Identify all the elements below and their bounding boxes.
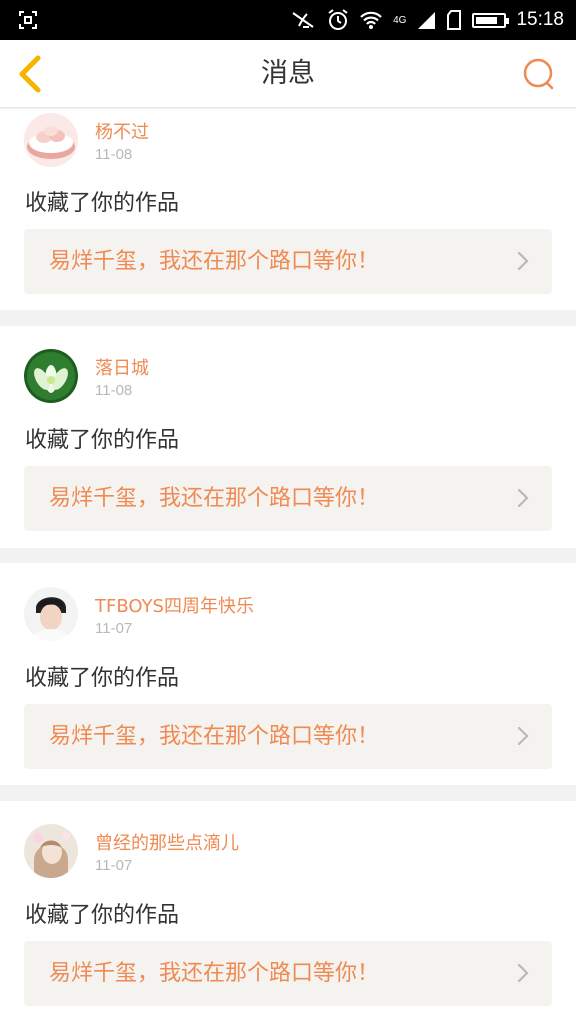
message-date: 11-07 xyxy=(95,620,133,637)
work-link[interactable]: 易烊千玺，我还在那个路口等你！ xyxy=(24,466,552,531)
dumpling-avatar[interactable] xyxy=(24,113,78,167)
sim-icon xyxy=(447,10,462,30)
message-date: 11-07 xyxy=(95,857,133,874)
message-card: 曾经的那些点滴儿 11-07 收藏了你的作品 易烊千玺，我还在那个路口等你！ xyxy=(0,801,576,1024)
action-text: 收藏了你的作品 xyxy=(25,191,180,216)
work-title: 易烊千玺，我还在那个路口等你！ xyxy=(49,486,380,511)
app-header: 消息 xyxy=(0,40,576,108)
action-text: 收藏了你的作品 xyxy=(25,903,180,928)
chevron-right-icon xyxy=(517,963,529,983)
boy-portrait-avatar[interactable] xyxy=(24,587,78,641)
alarm-icon xyxy=(328,9,348,30)
screenshot-icon xyxy=(19,11,37,29)
work-link[interactable]: 易烊千玺，我还在那个路口等你！ xyxy=(24,941,552,1006)
user-name[interactable]: 曾经的那些点滴儿 xyxy=(95,829,239,855)
message-card: TFBOYS四周年快乐 11-07 收藏了你的作品 易烊千玺，我还在那个路口等你… xyxy=(0,563,576,785)
battery-icon xyxy=(472,12,510,28)
work-link[interactable]: 易烊千玺，我还在那个路口等你！ xyxy=(24,229,552,294)
page-title: 消息 xyxy=(261,58,315,89)
message-card: 杨不过 11-08 收藏了你的作品 易烊千玺，我还在那个路口等你！ xyxy=(0,109,576,310)
action-text: 收藏了你的作品 xyxy=(25,428,180,453)
girl-portrait-avatar[interactable] xyxy=(24,824,78,878)
chevron-right-icon xyxy=(517,726,529,746)
clock: 15:18 xyxy=(516,9,564,30)
message-date: 11-08 xyxy=(95,146,133,163)
work-title: 易烊千玺，我还在那个路口等你！ xyxy=(49,249,380,274)
user-name[interactable]: 落日城 xyxy=(95,354,149,380)
vibrate-icon xyxy=(292,12,314,28)
user-name[interactable]: TFBOYS四周年快乐 xyxy=(95,592,254,618)
message-card: 落日城 11-08 收藏了你的作品 易烊千玺，我还在那个路口等你！ xyxy=(0,326,576,548)
work-link[interactable]: 易烊千玺，我还在那个路口等你！ xyxy=(24,704,552,769)
status-bar: 4G 15:18 xyxy=(0,0,576,40)
lotus-avatar[interactable] xyxy=(24,349,78,403)
search-icon[interactable] xyxy=(520,55,558,93)
signal-icon xyxy=(418,12,436,29)
action-text: 收藏了你的作品 xyxy=(25,666,180,691)
user-name[interactable]: 杨不过 xyxy=(95,118,149,144)
network-type: 4G xyxy=(393,14,407,26)
chevron-right-icon xyxy=(517,488,529,508)
work-title: 易烊千玺，我还在那个路口等你！ xyxy=(49,961,380,986)
work-title: 易烊千玺，我还在那个路口等你！ xyxy=(49,724,380,749)
wifi-icon xyxy=(360,11,382,29)
chevron-right-icon xyxy=(517,251,529,271)
message-date: 11-08 xyxy=(95,382,133,399)
